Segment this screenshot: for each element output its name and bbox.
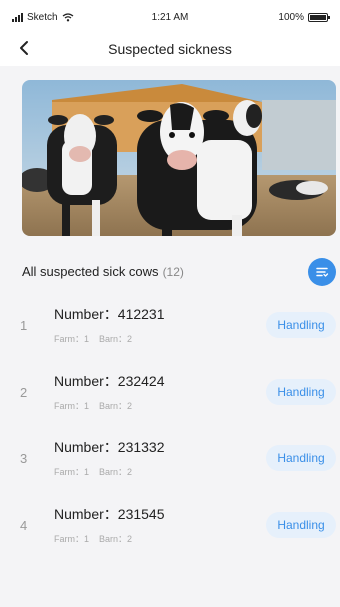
status-badge[interactable]: Handling: [266, 312, 336, 338]
item-meta: Farm：1 Barn：2: [54, 465, 132, 478]
status-bar: Sketch 1:21 AM 100%: [0, 0, 340, 34]
list-item[interactable]: 4 Number：231545 Farm：1 Barn：2 Handling: [0, 496, 340, 556]
item-index: 2: [20, 385, 28, 400]
list-item[interactable]: 1 Number：412231 Farm：1 Barn：2 Handling: [0, 296, 340, 356]
item-index: 1: [20, 318, 28, 333]
section-title: All suspected sick cows (12): [22, 264, 184, 279]
list-item[interactable]: 2 Number：232424 Farm：1 Barn：2 Handling: [0, 363, 340, 423]
back-button[interactable]: [12, 36, 36, 60]
status-badge[interactable]: Handling: [266, 512, 336, 538]
list-item[interactable]: 3 Number：231332 Farm：1 Barn：2 Handling: [0, 429, 340, 489]
item-number: Number：231545: [54, 506, 165, 522]
section-header: All suspected sick cows (12): [22, 258, 336, 286]
battery-fill: [310, 15, 326, 20]
item-meta: Farm：1 Barn：2: [54, 532, 132, 545]
nav-bar: Suspected sickness: [0, 34, 340, 66]
item-barn: Barn：2: [99, 467, 133, 477]
item-farm: Farm：1: [54, 467, 90, 477]
item-farm: Farm：1: [54, 534, 90, 544]
section-title-text: All suspected sick cows: [22, 264, 159, 279]
item-number: Number：231332: [54, 439, 165, 455]
battery-percent: 100%: [278, 12, 304, 23]
item-barn: Barn：2: [99, 534, 133, 544]
item-index: 4: [20, 518, 28, 533]
battery-icon: [308, 13, 330, 22]
item-barn: Barn：2: [99, 401, 133, 411]
item-number: Number：232424: [54, 373, 165, 389]
item-meta: Farm：1 Barn：2: [54, 399, 132, 412]
item-meta: Farm：1 Barn：2: [54, 332, 132, 345]
item-barn: Barn：2: [99, 334, 133, 344]
status-badge[interactable]: Handling: [266, 445, 336, 471]
chevron-left-icon: [20, 41, 28, 55]
section-count: (12): [162, 265, 184, 279]
hero-image: [22, 80, 336, 236]
status-badge[interactable]: Handling: [266, 379, 336, 405]
item-number: Number：412231: [54, 306, 165, 322]
cows-photo: [22, 80, 336, 236]
item-farm: Farm：1: [54, 334, 90, 344]
page-title: Suspected sickness: [108, 41, 232, 57]
filter-list-icon: [316, 267, 329, 277]
filter-button[interactable]: [308, 258, 336, 286]
item-index: 3: [20, 451, 28, 466]
item-farm: Farm：1: [54, 401, 90, 411]
status-right: 100%: [278, 12, 330, 23]
